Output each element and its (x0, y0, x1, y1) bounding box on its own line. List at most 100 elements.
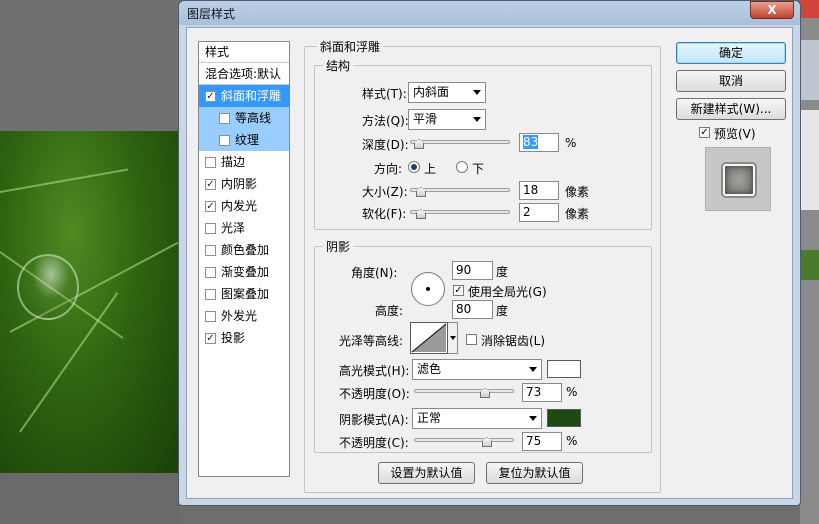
shading-group: 阴影 角度(N): 90 度 ✓ 使用全局光(G) 高度: 80 度 光泽等高线… (314, 238, 652, 453)
style-item-label: 投影 (221, 331, 246, 345)
styles-list: 样式 混合选项:默认 ✓ 斜面和浮雕 等高线 纹理 描边 ✓ 内阴影 ✓ 内发光… (198, 41, 290, 477)
angle-dial[interactable] (411, 272, 445, 306)
satin-checkbox[interactable] (205, 223, 216, 234)
ok-button[interactable]: 确定 (676, 42, 786, 64)
depth-slider[interactable] (410, 137, 510, 149)
pattern-overlay-checkbox[interactable] (205, 289, 216, 300)
angle-unit: 度 (496, 265, 509, 279)
structure-title: 结构 (323, 57, 354, 74)
direction-up-radio[interactable] (408, 161, 420, 173)
water-drop (17, 254, 79, 320)
altitude-label: 高度: (375, 304, 404, 318)
gloss-contour-dropdown[interactable] (448, 322, 458, 354)
global-light-label: 使用全局光(G) (468, 285, 547, 299)
bevel-emboss-group: 斜面和浮雕 结构 样式(T): 内斜面 方法(Q): 平滑 深度(D): 83 (304, 38, 661, 493)
highlight-opacity-label: 不透明度(O): (339, 387, 410, 401)
global-light-checkbox[interactable]: ✓ (453, 285, 464, 296)
color-overlay-checkbox[interactable] (205, 245, 216, 256)
layer-style-dialog: 图层样式 X 样式 混合选项:默认 ✓ 斜面和浮雕 等高线 纹理 描边 ✓ 内阴… (178, 0, 801, 506)
style-item-texture[interactable]: 纹理 (199, 129, 289, 151)
angle-value: 90 (456, 263, 472, 277)
antialias-checkbox[interactable] (466, 334, 477, 345)
style-item-drop-shadow[interactable]: ✓ 投影 (199, 327, 289, 349)
soften-slider[interactable] (410, 207, 510, 219)
blend-options-item[interactable]: 混合选项:默认 (199, 63, 289, 85)
preview-label: 预览(V) (714, 127, 756, 141)
gloss-contour-picker[interactable] (410, 322, 448, 354)
style-item-bevel[interactable]: ✓ 斜面和浮雕 (199, 85, 289, 107)
highlight-opacity-value: 73 (526, 385, 542, 399)
size-slider[interactable] (410, 185, 510, 197)
bevel-style-select[interactable]: 内斜面 (408, 82, 486, 103)
highlight-mode-value: 滤色 (417, 362, 442, 376)
chevron-down-icon (529, 367, 537, 372)
cancel-button[interactable]: 取消 (676, 70, 786, 92)
drop-shadow-checkbox[interactable]: ✓ (205, 333, 216, 344)
style-item-contour[interactable]: 等高线 (199, 107, 289, 129)
highlight-opacity-slider[interactable] (414, 386, 514, 398)
chevron-down-icon (473, 117, 481, 122)
direction-label: 方向: (374, 162, 403, 176)
bevel-style-value: 内斜面 (413, 85, 450, 99)
inner-shadow-checkbox[interactable]: ✓ (205, 179, 216, 190)
technique-select[interactable]: 平滑 (408, 109, 486, 130)
direction-down-label: 下 (472, 162, 485, 176)
soften-label: 软化(F): (362, 207, 407, 221)
depth-input[interactable]: 83 (519, 133, 559, 152)
size-label: 大小(Z): (362, 185, 408, 199)
preview-checkbox[interactable]: ✓ (699, 127, 710, 138)
highlight-mode-select[interactable]: 滤色 (412, 359, 542, 380)
shadow-opacity-slider[interactable] (414, 435, 514, 447)
highlight-opacity-input[interactable]: 73 (522, 383, 562, 402)
gradient-overlay-checkbox[interactable] (205, 267, 216, 278)
make-default-button[interactable]: 设置为默认值 (378, 462, 475, 484)
soften-input[interactable]: 2 (519, 203, 559, 222)
style-item-label: 斜面和浮雕 (221, 89, 282, 103)
style-item-label: 内阴影 (221, 177, 258, 191)
style-item-stroke[interactable]: 描边 (199, 151, 289, 173)
style-item-label: 渐变叠加 (221, 265, 270, 279)
direction-down-radio[interactable] (456, 161, 468, 173)
bevel-checkbox[interactable]: ✓ (205, 91, 216, 102)
shadow-color-swatch[interactable] (547, 409, 581, 427)
dialog-title: 图层样式 (187, 7, 236, 21)
style-item-gradient-overlay[interactable]: 渐变叠加 (199, 261, 289, 283)
style-item-label: 外发光 (221, 309, 258, 323)
style-item-outer-glow[interactable]: 外发光 (199, 305, 289, 327)
angle-label: 角度(N): (351, 266, 398, 280)
size-unit: 像素 (565, 185, 590, 199)
angle-input[interactable]: 90 (452, 261, 493, 280)
altitude-input[interactable]: 80 (452, 300, 493, 319)
chevron-down-icon (529, 416, 537, 421)
soften-unit: 像素 (565, 207, 590, 221)
chevron-down-icon (473, 90, 481, 95)
shading-title: 阴影 (323, 238, 354, 255)
reset-default-button[interactable]: 复位为默认值 (486, 462, 583, 484)
new-style-button[interactable]: 新建样式(W)... (676, 98, 786, 120)
inner-glow-checkbox[interactable]: ✓ (205, 201, 216, 212)
style-item-pattern-overlay[interactable]: 图案叠加 (199, 283, 289, 305)
slider-track (414, 389, 514, 393)
style-item-color-overlay[interactable]: 颜色叠加 (199, 239, 289, 261)
contour-checkbox[interactable] (219, 113, 230, 124)
contour-curve-icon (411, 323, 447, 353)
texture-checkbox[interactable] (219, 135, 230, 146)
style-item-satin[interactable]: 光泽 (199, 217, 289, 239)
highlight-color-swatch[interactable] (547, 360, 581, 378)
altitude-unit: 度 (496, 304, 509, 318)
close-button[interactable]: X (750, 1, 794, 19)
style-item-inner-shadow[interactable]: ✓ 内阴影 (199, 173, 289, 195)
shadow-mode-select[interactable]: 正常 (412, 408, 542, 429)
shadow-opacity-input[interactable]: 75 (522, 432, 562, 451)
style-item-inner-glow[interactable]: ✓ 内发光 (199, 195, 289, 217)
bevel-emboss-title: 斜面和浮雕 (317, 38, 384, 55)
background-bottom (0, 473, 180, 524)
stroke-checkbox[interactable] (205, 157, 216, 168)
shadow-mode-value: 正常 (417, 411, 442, 425)
styles-header[interactable]: 样式 (199, 42, 289, 63)
shadow-mode-label: 阴影模式(A): (339, 413, 409, 427)
shadow-opacity-value: 75 (526, 434, 542, 448)
style-item-label: 光泽 (221, 221, 246, 235)
size-input[interactable]: 18 (519, 181, 559, 200)
outer-glow-checkbox[interactable] (205, 311, 216, 322)
